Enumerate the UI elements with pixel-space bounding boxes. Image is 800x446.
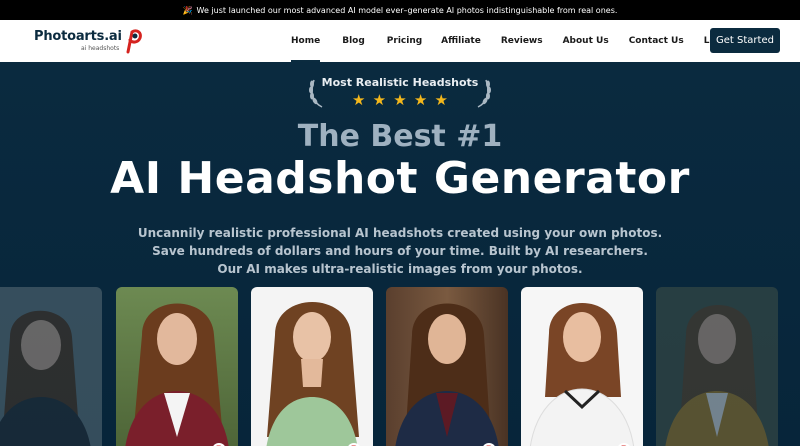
hero-description-line: Uncannily realistic professional AI head… xyxy=(137,226,663,240)
brand-logo[interactable]: Photoarts.ai ai headshots xyxy=(34,28,144,56)
laurel-right-icon xyxy=(477,79,491,108)
headshot-image xyxy=(529,303,635,446)
brand-tagline: ai headshots xyxy=(81,45,120,52)
nav-reviews[interactable]: Reviews xyxy=(501,20,543,62)
headline-top: The Best #1 xyxy=(297,119,503,154)
gallery-card: P xyxy=(386,287,508,446)
get-started-button[interactable]: Get Started xyxy=(710,28,780,53)
headshot-image xyxy=(266,302,359,446)
gallery-card: P xyxy=(251,287,373,446)
announcement-bar: 🎉 We just launched our most advanced AI … xyxy=(0,0,800,20)
award-badge: Most Realistic Headshots ★ ★ ★ ★ ★ xyxy=(308,72,492,112)
headline-main: AI Headshot Generator xyxy=(110,153,690,204)
headshot-image xyxy=(125,303,229,446)
nav-blog[interactable]: Blog xyxy=(342,20,365,62)
star-icon: ★ xyxy=(434,91,448,109)
star-icon: ★ xyxy=(413,91,428,109)
headshot-gallery: P P P P xyxy=(0,287,800,446)
nav-pricing[interactable]: Pricing xyxy=(387,20,422,62)
top-navigation: Photoarts.ai ai headshots Home Blog Pric… xyxy=(0,20,800,62)
nav-contact-us[interactable]: Contact Us xyxy=(629,20,684,62)
headshot-image xyxy=(665,305,769,446)
award-title: Most Realistic Headshots xyxy=(321,76,479,89)
gallery-card xyxy=(656,287,778,446)
hero-description-line: Our AI makes ultra-realistic images from… xyxy=(217,262,583,276)
star-icon: ★ xyxy=(393,91,407,109)
brand-name: Photoarts.ai xyxy=(34,29,122,44)
gallery-card xyxy=(0,287,102,446)
rating-stars: ★ ★ ★ ★ ★ xyxy=(352,93,448,108)
nav-home[interactable]: Home xyxy=(291,20,321,62)
star-icon: ★ xyxy=(352,91,366,109)
star-icon: ★ xyxy=(372,91,387,109)
nav-menu: Home Blog Pricing Affiliate Reviews Abou… xyxy=(291,20,732,62)
nav-affiliate[interactable]: Affiliate xyxy=(441,20,481,62)
logo-mark-icon xyxy=(126,29,142,54)
announcement-text: We just launched our most advanced AI mo… xyxy=(196,5,618,15)
headshot-image xyxy=(395,303,499,446)
gallery-card: P xyxy=(521,287,643,446)
party-popper-icon: 🎉 xyxy=(182,5,193,15)
gallery-card: P xyxy=(116,287,238,446)
headshot-image xyxy=(0,310,91,446)
hero-description-line: Save hundreds of dollars and hours of yo… xyxy=(152,244,648,258)
hero-description: Uncannily realistic professional AI head… xyxy=(0,224,800,278)
nav-about-us[interactable]: About Us xyxy=(563,20,609,62)
